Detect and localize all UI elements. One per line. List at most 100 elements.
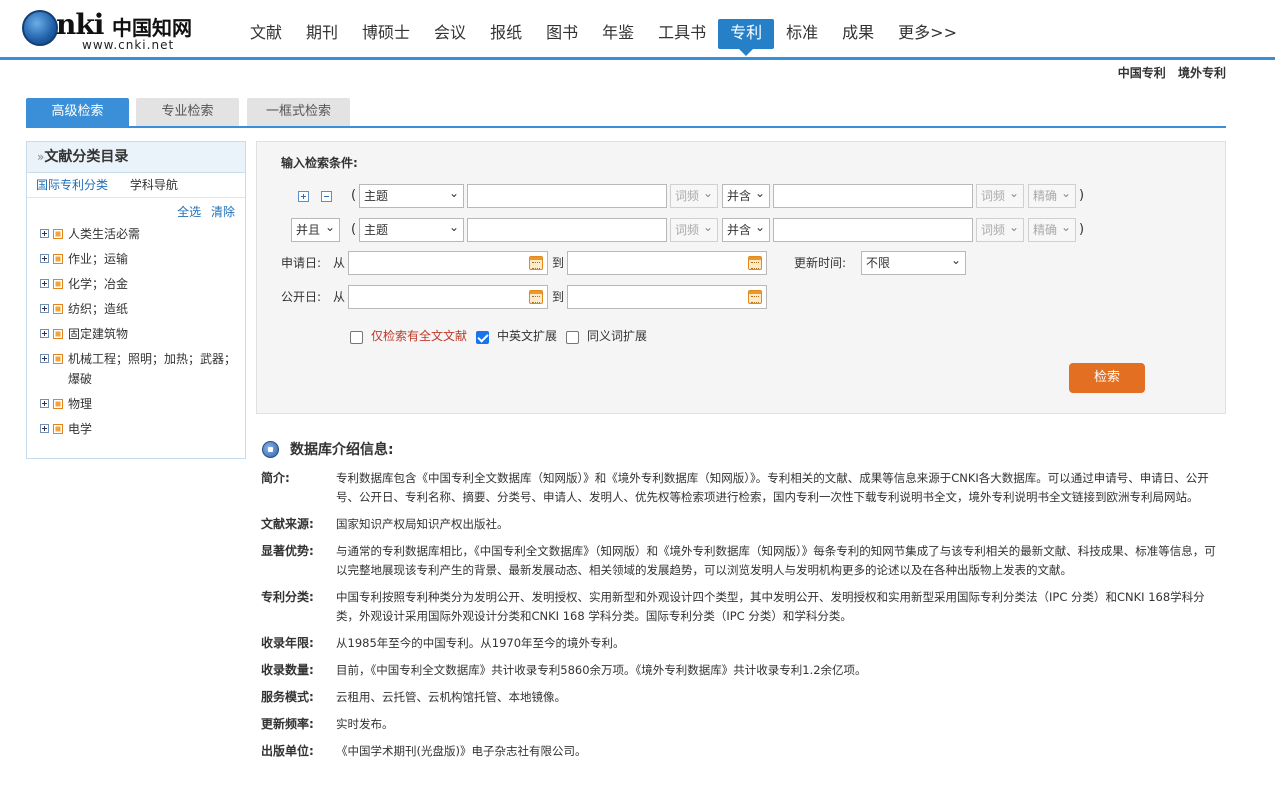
link-china-patent[interactable]: 中国专利 (1118, 66, 1166, 80)
expand-icon[interactable] (40, 354, 49, 363)
search-mode-tabs: 高级检索 专业检索 一框式检索 (26, 98, 1226, 128)
info-row-publisher: 出版单位: 《中国学术期刊(光盘版)》电子杂志社有限公司。 (261, 744, 587, 758)
nav-item-yearbook[interactable]: 年鉴 (590, 19, 646, 49)
list-item: 化学；冶金 (40, 274, 245, 294)
sidebar-tabs: 国际专利分类 学科导航 (27, 173, 245, 198)
row1-match-select[interactable]: 精确 (1028, 182, 1076, 208)
logo-chinese: 中国知网 (112, 16, 192, 40)
pub-from-label: 从 (333, 290, 346, 304)
checkbox-icon[interactable] (53, 329, 63, 339)
row1-combine-select[interactable]: 并含 (722, 182, 770, 208)
synonym-expand-checkbox[interactable] (566, 331, 579, 344)
remove-row-icon[interactable] (321, 191, 332, 202)
cnki-logo[interactable]: nki 中国知网 www.cnki.net (22, 8, 202, 52)
checkbox-icon[interactable] (53, 399, 63, 409)
row2-logic-select[interactable]: 并且 (291, 216, 340, 242)
sidebar-tab-subject[interactable]: 学科导航 (130, 178, 178, 192)
info-row-count: 收录数量: 目前，《中国专利全文数据库》共计收录专利5860余万项。《境外专利数… (261, 663, 867, 677)
list-item: 固定建筑物 (40, 324, 245, 344)
close-paren: ) (1079, 222, 1085, 237)
close-paren: ) (1079, 188, 1085, 203)
info-row-classification: 专利分类: 中国专利按照专利种类分为发明公开、发明授权、实用新型和外观设计四个类… (261, 590, 1205, 623)
synonym-expand-label[interactable]: 同义词扩展 (587, 328, 647, 344)
pub-date-to-input[interactable] (567, 285, 767, 309)
clear-link[interactable]: 清除 (211, 205, 235, 219)
nav-item-thesis[interactable]: 博硕士 (350, 19, 422, 49)
checkbox-icon[interactable] (53, 279, 63, 289)
nav-item-patent[interactable]: 专利 (718, 19, 775, 56)
checkbox-icon[interactable] (53, 354, 63, 364)
db-info-header: 数据库介绍信息: (262, 439, 394, 459)
tab-single-box-search[interactable]: 一框式检索 (247, 98, 350, 126)
expand-icon[interactable] (40, 424, 49, 433)
nav-item-book[interactable]: 图书 (534, 19, 590, 49)
nav-item-conference[interactable]: 会议 (422, 19, 478, 49)
expand-icon[interactable] (40, 399, 49, 408)
nav-item-more[interactable]: 更多>> (886, 19, 969, 49)
nav-item-literature[interactable]: 文献 (238, 19, 294, 49)
expand-icon[interactable] (40, 304, 49, 313)
list-item: 作业；运输 (40, 249, 245, 269)
row2-term2-input[interactable] (773, 218, 973, 242)
add-row-icon[interactable] (298, 191, 309, 202)
sidebar-title: »文献分类目录 (27, 142, 245, 173)
fulltext-only-checkbox[interactable] (350, 331, 363, 344)
cn-en-expand-label[interactable]: 中英文扩展 (497, 328, 557, 344)
nav-item-standard[interactable]: 标准 (774, 19, 830, 49)
select-all-link[interactable]: 全选 (177, 205, 201, 219)
search-panel: 输入检索条件: ( 主题 词频 并含 词频 精确 ) 并且 ( 主题 词频 并含… (256, 141, 1226, 414)
nav-item-reference[interactable]: 工具书 (646, 19, 718, 49)
apply-date-to-input[interactable] (567, 251, 767, 275)
list-item: 电学 (40, 419, 245, 439)
calendar-icon[interactable] (529, 256, 543, 270)
cn-en-expand-checkbox[interactable] (476, 331, 489, 344)
row1-field-select[interactable]: 主题 (359, 182, 464, 208)
nav-item-achievement[interactable]: 成果 (830, 19, 886, 49)
top-header: nki 中国知网 www.cnki.net 文献 期刊 博硕士 会议 报纸 图书… (0, 0, 1275, 60)
expand-icon[interactable] (40, 279, 49, 288)
calendar-icon[interactable] (748, 290, 762, 304)
checkbox-icon[interactable] (53, 229, 63, 239)
sidebar-tab-ipc[interactable]: 国际专利分类 (36, 178, 108, 192)
db-info-title: 数据库介绍信息: (290, 442, 394, 458)
calendar-icon[interactable] (529, 290, 543, 304)
nav-item-journal[interactable]: 期刊 (294, 19, 350, 49)
info-row-frequency: 更新频率: 实时发布。 (261, 717, 394, 731)
row1-term2-input[interactable] (773, 184, 973, 208)
expand-icon[interactable] (40, 329, 49, 338)
nav-item-newspaper[interactable]: 报纸 (478, 19, 534, 49)
checkbox-icon[interactable] (53, 254, 63, 264)
fulltext-only-label[interactable]: 仅检索有全文文献 (371, 328, 467, 344)
main-nav: 文献 期刊 博硕士 会议 报纸 图书 年鉴 工具书 专利 标准 成果 更多>> (238, 19, 969, 56)
expand-icon[interactable] (40, 254, 49, 263)
row2-match-select[interactable]: 精确 (1028, 216, 1076, 242)
expand-icon[interactable] (40, 229, 49, 238)
db-info-list: 简介: 专利数据库包含《中国专利全文数据库（知网版）》和《境外专利数据库（知网版… (261, 469, 1226, 769)
category-sidebar: »文献分类目录 国际专利分类 学科导航 全选 清除 人类生活必需 作业；运输 化… (26, 141, 246, 459)
row2-freq2-select[interactable]: 词频 (976, 216, 1024, 242)
pub-date-from-input[interactable] (348, 285, 548, 309)
row1-term1-input[interactable] (467, 184, 667, 208)
checkbox-icon[interactable] (53, 304, 63, 314)
calendar-icon[interactable] (748, 256, 762, 270)
row1-freq2-select[interactable]: 词频 (976, 182, 1024, 208)
tab-professional-search[interactable]: 专业检索 (136, 98, 239, 126)
apply-date-from-input[interactable] (348, 251, 548, 275)
search-button[interactable]: 检索 (1069, 363, 1145, 393)
tab-advanced-search[interactable]: 高级检索 (26, 98, 129, 126)
info-disc-icon (262, 440, 279, 458)
link-foreign-patent[interactable]: 境外专利 (1178, 66, 1226, 80)
pub-to-label: 到 (552, 290, 565, 304)
row1-freq1-select[interactable]: 词频 (670, 182, 718, 208)
row2-freq1-select[interactable]: 词频 (670, 216, 718, 242)
row2-combine-select[interactable]: 并含 (722, 216, 770, 242)
row2-field-select[interactable]: 主题 (359, 216, 464, 242)
list-item: 纺织；造纸 (40, 299, 245, 319)
checkbox-icon[interactable] (53, 424, 63, 434)
update-time-select[interactable]: 不限 (861, 249, 966, 275)
row2-term1-input[interactable] (467, 218, 667, 242)
list-item: 机械工程；照明；加热；武器；爆破 (40, 349, 245, 389)
info-row-source: 文献来源: 国家知识产权局知识产权出版社。 (261, 517, 509, 531)
apply-to-label: 到 (552, 256, 565, 270)
globe-icon (22, 10, 58, 46)
